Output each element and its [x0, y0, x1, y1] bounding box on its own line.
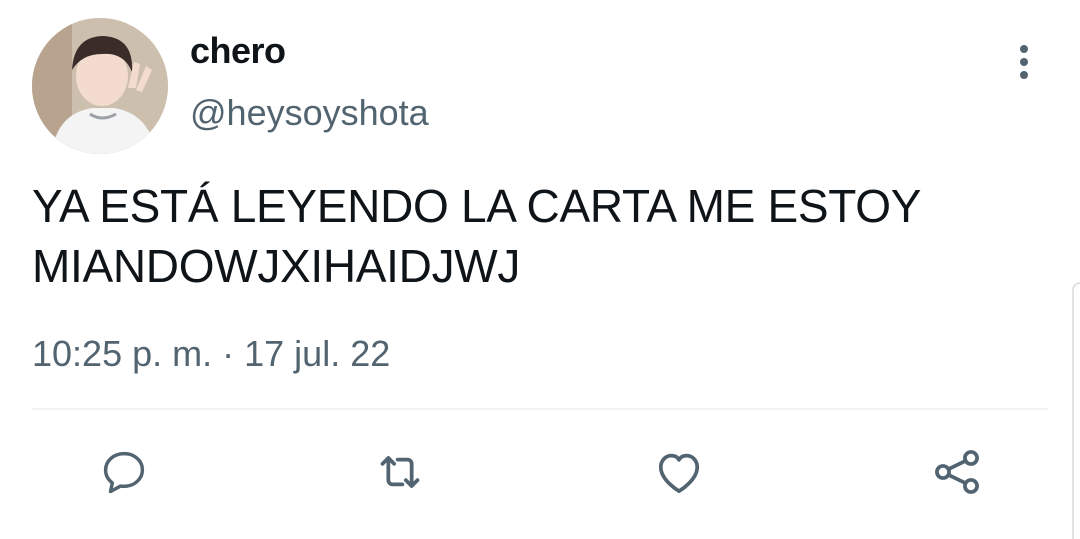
action-bar — [0, 440, 1080, 504]
tweet-text-line: YA ESTÁ LEYENDO LA CARTA ME ESTOY — [32, 180, 922, 232]
more-options-button[interactable] — [1000, 38, 1048, 86]
divider — [32, 408, 1048, 410]
retweet-icon — [380, 456, 420, 488]
tweet-time: 10:25 p. m. — [32, 333, 213, 374]
more-vertical-icon-dot — [1020, 58, 1028, 66]
reply-icon — [103, 451, 145, 494]
retweet-button[interactable] — [368, 440, 432, 504]
heart-icon — [658, 453, 700, 493]
tweet-timestamp[interactable]: 10:25 p. m. · 17 jul. 22 — [32, 333, 390, 375]
display-name[interactable]: chero — [190, 30, 286, 72]
reply-button[interactable] — [92, 440, 156, 504]
like-button[interactable] — [647, 440, 711, 504]
tweet-date: 17 jul. 22 — [244, 333, 391, 374]
tweet-text: YA ESTÁ LEYENDO LA CARTA ME ESTOY MIANDO… — [32, 176, 1032, 296]
avatar-image — [32, 18, 168, 154]
meta-separator: · — [222, 333, 235, 374]
user-handle[interactable]: @heysoyshota — [190, 92, 429, 134]
more-vertical-icon — [1020, 45, 1028, 53]
more-vertical-icon-dot — [1020, 71, 1028, 79]
avatar[interactable] — [32, 18, 168, 154]
share-icon — [935, 450, 979, 494]
tweet-card: chero @heysoyshota YA ESTÁ LEYENDO LA CA… — [0, 0, 1080, 539]
scroll-edge — [1072, 282, 1080, 539]
tweet-text-line: MIANDOWJXIHAIDJWJ — [32, 240, 521, 292]
share-button[interactable] — [925, 440, 989, 504]
